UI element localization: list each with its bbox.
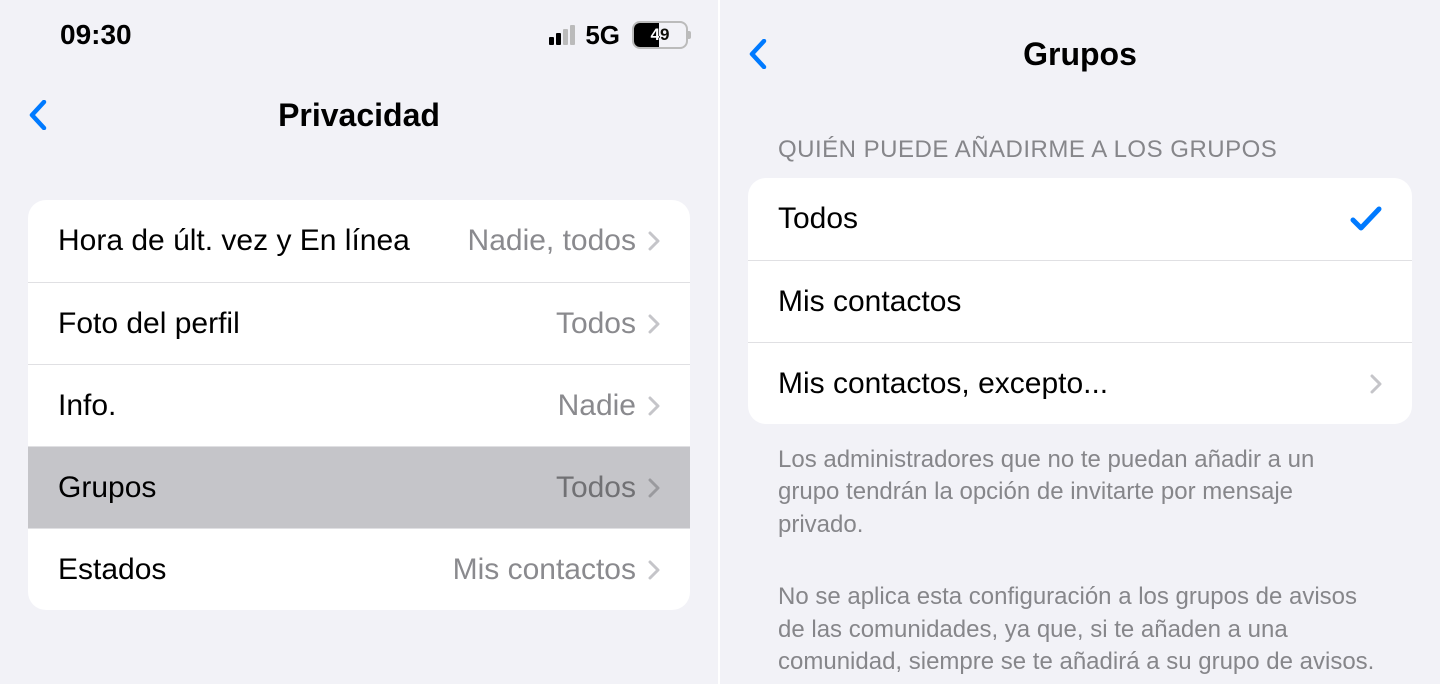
row-groups[interactable]: Grupos Todos <box>28 446 690 528</box>
chevron-right-icon <box>648 231 660 251</box>
row-value: Nadie <box>558 389 636 423</box>
back-button[interactable] <box>738 34 778 74</box>
row-right <box>1350 206 1382 232</box>
status-right: 5G 49 <box>549 20 688 51</box>
chevron-right-icon <box>648 478 660 498</box>
checkmark-icon <box>1350 206 1382 232</box>
groups-options-list: Todos Mis contactos Mis contactos, excep… <box>748 178 1412 424</box>
back-button[interactable] <box>18 95 58 135</box>
option-everyone[interactable]: Todos <box>748 178 1412 260</box>
row-right: Nadie, todos <box>468 224 660 258</box>
footer-note-1: Los administradores que no te puedan aña… <box>720 424 1440 541</box>
option-my-contacts-except[interactable]: Mis contactos, excepto... <box>748 342 1412 424</box>
row-label: Todos <box>778 202 858 236</box>
chevron-right-icon <box>1370 374 1382 394</box>
chevron-right-icon <box>648 560 660 580</box>
row-last-seen-online[interactable]: Hora de últ. vez y En línea Nadie, todos <box>28 200 690 282</box>
row-label: Mis contactos <box>778 285 961 319</box>
row-right <box>1370 374 1382 394</box>
row-value: Todos <box>556 471 636 505</box>
row-value: Mis contactos <box>453 553 636 587</box>
footer-note-2: No se aplica esta configuración a los gr… <box>720 561 1440 678</box>
row-right: Todos <box>556 307 660 341</box>
row-info[interactable]: Info. Nadie <box>28 364 690 446</box>
chevron-left-icon <box>29 100 47 130</box>
status-time: 09:30 <box>60 19 132 51</box>
page-title: Grupos <box>720 36 1440 73</box>
row-label: Hora de últ. vez y En línea <box>58 224 410 258</box>
row-label: Estados <box>58 553 166 587</box>
chevron-right-icon <box>648 396 660 416</box>
row-right: Todos <box>556 471 660 505</box>
row-profile-photo[interactable]: Foto del perfil Todos <box>28 282 690 364</box>
row-label: Info. <box>58 389 116 423</box>
option-my-contacts[interactable]: Mis contactos <box>748 260 1412 342</box>
row-status[interactable]: Estados Mis contactos <box>28 528 690 610</box>
groups-screen: Grupos QUIÉN PUEDE AÑADIRME A LOS GRUPOS… <box>720 0 1440 684</box>
nav-header: Privacidad <box>0 70 718 160</box>
battery-percent: 49 <box>632 25 688 45</box>
row-right: Mis contactos <box>453 553 660 587</box>
status-bar: 09:30 5G 49 <box>0 0 718 70</box>
row-label: Foto del perfil <box>58 307 240 341</box>
chevron-right-icon <box>648 314 660 334</box>
row-right: Nadie <box>558 389 660 423</box>
battery-icon: 49 <box>632 21 688 49</box>
privacy-screen: 09:30 5G 49 Privacidad Hora de últ. vez <box>0 0 720 684</box>
chevron-left-icon <box>749 39 767 69</box>
signal-icon <box>549 25 575 45</box>
row-value: Todos <box>556 307 636 341</box>
row-label: Grupos <box>58 471 156 505</box>
network-label: 5G <box>585 20 620 51</box>
row-value: Nadie, todos <box>468 224 636 258</box>
nav-header: Grupos <box>720 10 1440 98</box>
section-header: QUIÉN PUEDE AÑADIRME A LOS GRUPOS <box>720 98 1440 178</box>
page-title: Privacidad <box>0 97 718 134</box>
row-label: Mis contactos, excepto... <box>778 367 1108 401</box>
privacy-list: Hora de últ. vez y En línea Nadie, todos… <box>28 200 690 610</box>
